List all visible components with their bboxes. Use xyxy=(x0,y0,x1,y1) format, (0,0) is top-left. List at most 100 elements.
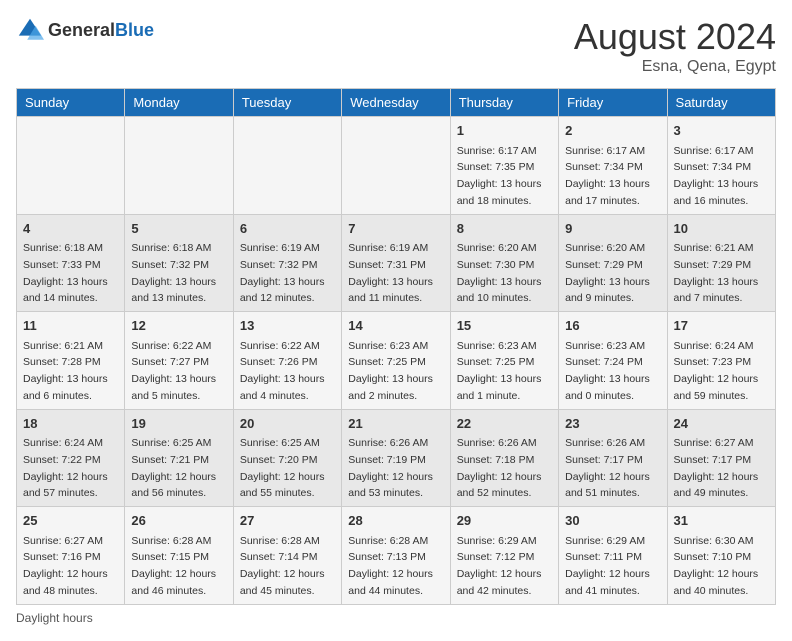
header-saturday: Saturday xyxy=(667,89,775,117)
day-number: 21 xyxy=(348,414,443,434)
day-number: 1 xyxy=(457,121,552,141)
calendar-cell: 8 Sunrise: 6:20 AM Sunset: 7:30 PM Daylig… xyxy=(450,214,558,312)
day-number: 31 xyxy=(674,511,769,531)
day-info: Sunrise: 6:23 AM Sunset: 7:25 PM Dayligh… xyxy=(457,340,542,402)
calendar-cell: 25 Sunrise: 6:27 AM Sunset: 7:16 PM Dayli… xyxy=(17,507,125,605)
day-info: Sunrise: 6:19 AM Sunset: 7:31 PM Dayligh… xyxy=(348,242,433,304)
day-number: 15 xyxy=(457,316,552,336)
day-info: Sunrise: 6:30 AM Sunset: 7:10 PM Dayligh… xyxy=(674,535,759,597)
day-info: Sunrise: 6:20 AM Sunset: 7:30 PM Dayligh… xyxy=(457,242,542,304)
day-number: 23 xyxy=(565,414,660,434)
calendar-header-row: SundayMondayTuesdayWednesdayThursdayFrid… xyxy=(17,89,776,117)
day-number: 27 xyxy=(240,511,335,531)
day-info: Sunrise: 6:18 AM Sunset: 7:32 PM Dayligh… xyxy=(131,242,216,304)
day-number: 28 xyxy=(348,511,443,531)
day-info: Sunrise: 6:29 AM Sunset: 7:11 PM Dayligh… xyxy=(565,535,650,597)
calendar-cell: 12 Sunrise: 6:22 AM Sunset: 7:27 PM Dayli… xyxy=(125,312,233,410)
day-number: 22 xyxy=(457,414,552,434)
day-info: Sunrise: 6:19 AM Sunset: 7:32 PM Dayligh… xyxy=(240,242,325,304)
calendar-cell: 21 Sunrise: 6:26 AM Sunset: 7:19 PM Dayli… xyxy=(342,409,450,507)
day-info: Sunrise: 6:28 AM Sunset: 7:14 PM Dayligh… xyxy=(240,535,325,597)
calendar-cell xyxy=(342,117,450,215)
day-number: 29 xyxy=(457,511,552,531)
calendar-cell: 27 Sunrise: 6:28 AM Sunset: 7:14 PM Dayli… xyxy=(233,507,341,605)
day-info: Sunrise: 6:17 AM Sunset: 7:34 PM Dayligh… xyxy=(565,145,650,207)
location: Esna, Qena, Egypt xyxy=(574,58,776,76)
day-info: Sunrise: 6:27 AM Sunset: 7:17 PM Dayligh… xyxy=(674,437,759,499)
calendar-cell: 13Sunrise: 6:22 AM Sunset: 7:26 PM Dayli… xyxy=(233,312,341,410)
day-info: Sunrise: 6:20 AM Sunset: 7:29 PM Dayligh… xyxy=(565,242,650,304)
day-number: 3 xyxy=(674,121,769,141)
calendar-cell: 26Sunrise: 6:28 AM Sunset: 7:15 PM Dayli… xyxy=(125,507,233,605)
day-number: 2 xyxy=(565,121,660,141)
day-number: 5 xyxy=(131,219,226,239)
day-info: Sunrise: 6:26 AM Sunset: 7:19 PM Dayligh… xyxy=(348,437,433,499)
day-info: Sunrise: 6:24 AM Sunset: 7:22 PM Dayligh… xyxy=(23,437,108,499)
logo-text-blue: Blue xyxy=(115,20,154,40)
day-info: Sunrise: 6:27 AM Sunset: 7:16 PM Dayligh… xyxy=(23,535,108,597)
header-monday: Monday xyxy=(125,89,233,117)
day-number: 16 xyxy=(565,316,660,336)
calendar-cell: 23 Sunrise: 6:26 AM Sunset: 7:17 PM Dayli… xyxy=(559,409,667,507)
calendar-cell: 11Sunrise: 6:21 AM Sunset: 7:28 PM Dayli… xyxy=(17,312,125,410)
logo-text-general: General xyxy=(48,20,115,40)
calendar-week-row: 11Sunrise: 6:21 AM Sunset: 7:28 PM Dayli… xyxy=(17,312,776,410)
day-number: 11 xyxy=(23,316,118,336)
day-info: Sunrise: 6:26 AM Sunset: 7:18 PM Dayligh… xyxy=(457,437,542,499)
day-info: Sunrise: 6:18 AM Sunset: 7:33 PM Dayligh… xyxy=(23,242,108,304)
day-info: Sunrise: 6:21 AM Sunset: 7:29 PM Dayligh… xyxy=(674,242,759,304)
calendar-cell: 18 Sunrise: 6:24 AM Sunset: 7:22 PM Dayli… xyxy=(17,409,125,507)
calendar-cell: 15 Sunrise: 6:23 AM Sunset: 7:25 PM Dayli… xyxy=(450,312,558,410)
day-number: 8 xyxy=(457,219,552,239)
header-tuesday: Tuesday xyxy=(233,89,341,117)
calendar-cell: 22 Sunrise: 6:26 AM Sunset: 7:18 PM Dayli… xyxy=(450,409,558,507)
calendar-cell: 17 Sunrise: 6:24 AM Sunset: 7:23 PM Dayli… xyxy=(667,312,775,410)
logo-icon xyxy=(16,16,44,44)
calendar-cell: 7 Sunrise: 6:19 AM Sunset: 7:31 PM Daylig… xyxy=(342,214,450,312)
day-info: Sunrise: 6:24 AM Sunset: 7:23 PM Dayligh… xyxy=(674,340,759,402)
logo: GeneralBlue xyxy=(16,16,154,44)
calendar-week-row: 25 Sunrise: 6:27 AM Sunset: 7:16 PM Dayli… xyxy=(17,507,776,605)
day-number: 9 xyxy=(565,219,660,239)
calendar-cell: 2 Sunrise: 6:17 AM Sunset: 7:34 PM Daylig… xyxy=(559,117,667,215)
header-sunday: Sunday xyxy=(17,89,125,117)
calendar-cell: 4Sunrise: 6:18 AM Sunset: 7:33 PM Daylig… xyxy=(17,214,125,312)
day-number: 20 xyxy=(240,414,335,434)
day-number: 19 xyxy=(131,414,226,434)
calendar-cell xyxy=(17,117,125,215)
calendar-cell xyxy=(125,117,233,215)
calendar-cell: 3Sunrise: 6:17 AM Sunset: 7:34 PM Daylig… xyxy=(667,117,775,215)
day-number: 25 xyxy=(23,511,118,531)
calendar-week-row: 18 Sunrise: 6:24 AM Sunset: 7:22 PM Dayli… xyxy=(17,409,776,507)
day-number: 18 xyxy=(23,414,118,434)
footer-note: Daylight hours xyxy=(16,611,776,625)
calendar-table: SundayMondayTuesdayWednesdayThursdayFrid… xyxy=(16,88,776,605)
day-info: Sunrise: 6:29 AM Sunset: 7:12 PM Dayligh… xyxy=(457,535,542,597)
calendar-cell xyxy=(233,117,341,215)
day-number: 7 xyxy=(348,219,443,239)
header-thursday: Thursday xyxy=(450,89,558,117)
calendar-cell: 5 Sunrise: 6:18 AM Sunset: 7:32 PM Daylig… xyxy=(125,214,233,312)
day-info: Sunrise: 6:23 AM Sunset: 7:25 PM Dayligh… xyxy=(348,340,433,402)
day-number: 14 xyxy=(348,316,443,336)
calendar-cell: 16Sunrise: 6:23 AM Sunset: 7:24 PM Dayli… xyxy=(559,312,667,410)
calendar-cell: 10Sunrise: 6:21 AM Sunset: 7:29 PM Dayli… xyxy=(667,214,775,312)
calendar-cell: 6Sunrise: 6:19 AM Sunset: 7:32 PM Daylig… xyxy=(233,214,341,312)
calendar-cell: 30 Sunrise: 6:29 AM Sunset: 7:11 PM Dayli… xyxy=(559,507,667,605)
calendar-cell: 1Sunrise: 6:17 AM Sunset: 7:35 PM Daylig… xyxy=(450,117,558,215)
calendar-cell: 28Sunrise: 6:28 AM Sunset: 7:13 PM Dayli… xyxy=(342,507,450,605)
day-number: 30 xyxy=(565,511,660,531)
day-info: Sunrise: 6:25 AM Sunset: 7:20 PM Dayligh… xyxy=(240,437,325,499)
calendar-cell: 19 Sunrise: 6:25 AM Sunset: 7:21 PM Dayli… xyxy=(125,409,233,507)
header: GeneralBlue August 2024 Esna, Qena, Egyp… xyxy=(16,16,776,76)
day-number: 24 xyxy=(674,414,769,434)
calendar-week-row: 1Sunrise: 6:17 AM Sunset: 7:35 PM Daylig… xyxy=(17,117,776,215)
calendar-cell: 29 Sunrise: 6:29 AM Sunset: 7:12 PM Dayli… xyxy=(450,507,558,605)
day-number: 17 xyxy=(674,316,769,336)
title-area: August 2024 Esna, Qena, Egypt xyxy=(574,16,776,76)
calendar-cell: 20 Sunrise: 6:25 AM Sunset: 7:20 PM Dayli… xyxy=(233,409,341,507)
day-info: Sunrise: 6:22 AM Sunset: 7:27 PM Dayligh… xyxy=(131,340,216,402)
day-number: 12 xyxy=(131,316,226,336)
day-info: Sunrise: 6:25 AM Sunset: 7:21 PM Dayligh… xyxy=(131,437,216,499)
day-info: Sunrise: 6:26 AM Sunset: 7:17 PM Dayligh… xyxy=(565,437,650,499)
